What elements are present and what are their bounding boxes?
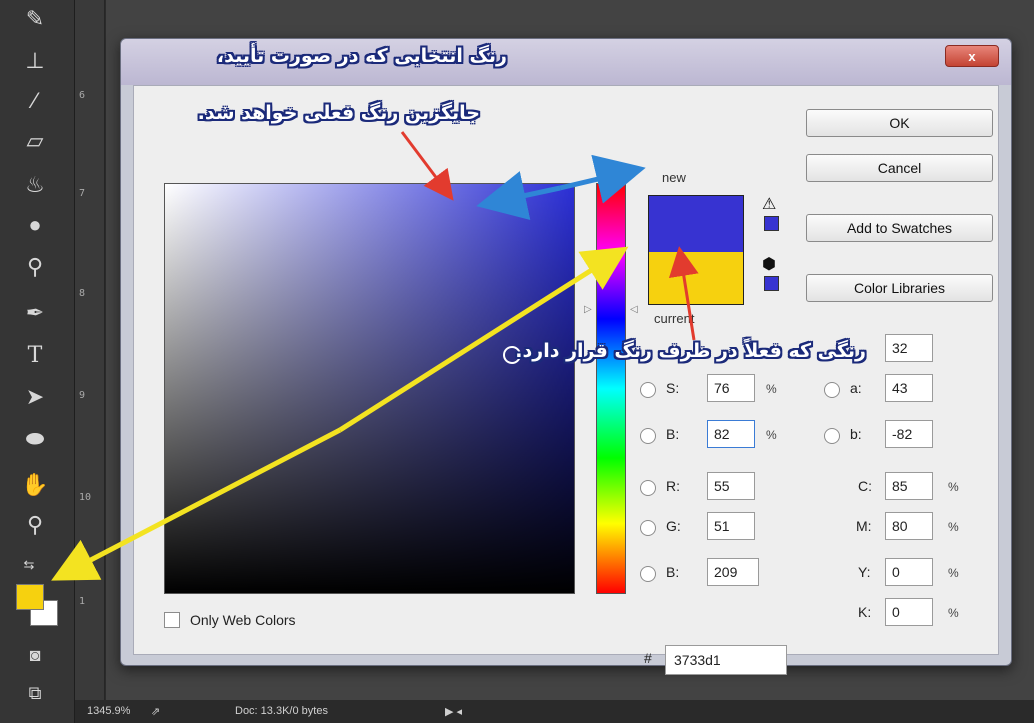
blue-field[interactable]: 209 (707, 558, 759, 586)
web-safe-swatch[interactable] (764, 276, 779, 291)
eraser-icon[interactable]: ▱ (18, 126, 52, 156)
lab-a-radio[interactable] (824, 382, 840, 398)
foreground-color-swatch[interactable] (16, 584, 44, 610)
doc-size: Doc: 13.3K/0 bytes (235, 705, 328, 717)
magenta-label: M: (856, 518, 872, 534)
status-menu-arrow-icon[interactable]: ▶ ◂ (445, 705, 462, 718)
new-color-swatch (648, 195, 744, 252)
swap-colors-icon[interactable]: ⇆ (12, 550, 46, 580)
gamut-warning-icon[interactable]: ⚠ (762, 194, 776, 214)
zoom-icon[interactable]: ⚲ (18, 510, 52, 540)
green-radio[interactable] (640, 520, 656, 536)
cyan-field[interactable]: 85 (885, 472, 933, 500)
red-radio[interactable] (640, 480, 656, 496)
yellow-field[interactable]: 0 (885, 558, 933, 586)
l-field[interactable]: 32 (885, 334, 933, 362)
annotation-line-1: رنگ انتخابی که در صورت تأیید، (216, 45, 507, 67)
percent-unit: % (766, 382, 777, 396)
tools-panel: ✎ ⊥ ⁄ ▱ ♨ ● ⚲ ✒ T ➤ ⬬ ✋ ⚲ ⇆ ◙ ⧉ (0, 0, 75, 723)
cancel-button[interactable]: Cancel (806, 154, 993, 182)
green-field[interactable]: 51 (707, 512, 755, 540)
paint-bucket-icon[interactable]: ♨ (18, 170, 52, 200)
lab-b-radio[interactable] (824, 428, 840, 444)
zoom-level[interactable]: 1345.9% (87, 705, 130, 717)
hand-icon[interactable]: ✋ (18, 470, 52, 500)
red-field[interactable]: 55 (707, 472, 755, 500)
quick-mask-icon[interactable]: ◙ (18, 640, 52, 670)
blue-radio[interactable] (640, 566, 656, 582)
dodge-icon[interactable]: ⚲ (18, 252, 52, 282)
ruler-mark: 7 (79, 188, 86, 199)
export-icon[interactable]: ⇗ (151, 705, 160, 718)
hex-color-field[interactable]: 3733d1 (665, 645, 787, 675)
annotation-line-3: رنگی که فعلاً در ظرف رنگ قرار دارد. (515, 340, 866, 362)
black-field[interactable]: 0 (885, 598, 933, 626)
saturation-field[interactable]: 76 (707, 374, 755, 402)
percent-unit: % (948, 566, 959, 580)
add-to-swatches-button[interactable]: Add to Swatches (806, 214, 993, 242)
current-color-swatch[interactable] (648, 252, 744, 305)
type-icon[interactable]: T (18, 340, 52, 370)
percent-unit: % (948, 520, 959, 534)
slider-left-triangle-icon[interactable]: ▷ (584, 304, 592, 315)
cyan-label: C: (858, 478, 872, 494)
ruler-mark: 6 (79, 90, 86, 101)
current-color-label: current (654, 311, 695, 326)
ruler-mark: 8 (79, 288, 86, 299)
hex-hash-label: # (644, 650, 652, 666)
red-label: R: (666, 478, 680, 494)
blue-label: B: (666, 564, 680, 580)
ok-button[interactable]: OK (806, 109, 993, 137)
ruler-mark: 9 (79, 390, 86, 401)
percent-unit: % (766, 428, 777, 442)
ruler-mark: 10 (79, 492, 92, 503)
percent-unit: % (948, 606, 959, 620)
brightness-field[interactable]: 82 (707, 420, 755, 448)
brightness-radio[interactable] (640, 428, 656, 444)
ellipse-icon[interactable]: ⬬ (18, 424, 52, 454)
screen-mode-icon[interactable]: ⧉ (18, 678, 52, 708)
stamp-icon[interactable]: ⊥ (18, 46, 52, 76)
lab-a-label: a: (850, 380, 862, 396)
hue-slider[interactable] (596, 183, 626, 594)
lab-b-field[interactable]: -82 (885, 420, 933, 448)
close-button[interactable]: x (945, 45, 999, 67)
web-safe-cube-icon[interactable]: ⬢ (762, 254, 776, 274)
gamut-swatch[interactable] (764, 216, 779, 231)
saturation-label: S: (666, 380, 680, 396)
vertical-ruler: 6 7 8 9 10 1 (75, 0, 105, 700)
new-color-label: new (662, 170, 686, 185)
brightness-label: B: (666, 426, 680, 442)
lab-b-label: b: (850, 426, 862, 442)
dialog-body: ▷ ◁ new current ⚠ ⬢ OK Cancel Add to Swa… (133, 85, 999, 675)
magenta-field[interactable]: 80 (885, 512, 933, 540)
pen-icon[interactable]: ✒ (18, 298, 52, 328)
slider-right-triangle-icon[interactable]: ◁ (630, 304, 638, 315)
black-label: K: (858, 604, 872, 620)
annotation-line-2: جایگزین رنگ فعلی خواهد شد. (197, 102, 480, 124)
color-field[interactable] (164, 183, 575, 594)
history-brush-icon[interactable]: ⁄ (18, 86, 52, 116)
percent-unit: % (948, 480, 959, 494)
ruler-mark: 1 (79, 596, 86, 607)
color-libraries-button[interactable]: Color Libraries (806, 274, 993, 302)
yellow-label: Y: (858, 564, 871, 580)
blur-icon[interactable]: ● (18, 210, 52, 240)
lab-a-field[interactable]: 43 (885, 374, 933, 402)
status-bar: 1345.9% ⇗ Doc: 13.3K/0 bytes ▶ ◂ (75, 700, 1034, 723)
brush-icon[interactable]: ✎ (18, 4, 52, 34)
path-selection-icon[interactable]: ➤ (18, 382, 52, 412)
only-web-colors-checkbox[interactable] (164, 612, 180, 628)
only-web-colors-label: Only Web Colors (190, 612, 296, 628)
saturation-radio[interactable] (640, 382, 656, 398)
green-label: G: (666, 518, 681, 534)
